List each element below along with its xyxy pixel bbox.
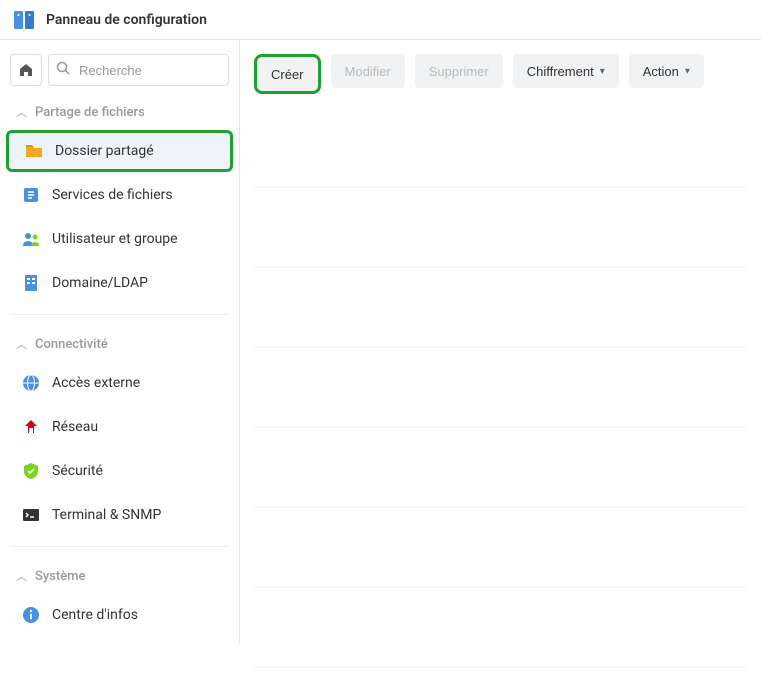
create-button[interactable]: Créer	[254, 54, 321, 94]
section-label: Système	[35, 569, 86, 584]
list-row	[254, 268, 747, 348]
search-input[interactable]	[48, 54, 229, 86]
sidebar-item-user-group[interactable]: Utilisateur et groupe	[6, 218, 233, 260]
list-row	[254, 428, 747, 508]
app-icon	[12, 8, 36, 32]
shield-icon	[20, 460, 42, 482]
action-dropdown[interactable]: Action ▾	[629, 54, 704, 88]
list-row	[254, 508, 747, 588]
window-header: Panneau de configuration	[0, 0, 761, 40]
sidebar-item-label: Sécurité	[52, 463, 103, 479]
sidebar-item-label: Dossier partagé	[55, 143, 154, 159]
home-icon	[18, 62, 34, 78]
section-connectivity[interactable]: ︿ Connectivité	[6, 328, 233, 360]
list-row	[254, 188, 747, 268]
list-row	[254, 108, 747, 188]
sidebar-item-external-access[interactable]: Accès externe	[6, 362, 233, 404]
network-icon	[20, 416, 42, 438]
section-system[interactable]: ︿ Système	[6, 560, 233, 592]
search-icon	[56, 61, 70, 79]
home-button[interactable]	[10, 54, 42, 86]
section-label: Connectivité	[35, 337, 108, 352]
chevron-up-icon: ︿	[16, 568, 27, 584]
delete-button[interactable]: Supprimer	[415, 54, 503, 88]
window-title: Panneau de configuration	[46, 12, 207, 28]
sidebar-item-info-center[interactable]: Centre d'infos	[6, 594, 233, 636]
sidebar-item-security[interactable]: Sécurité	[6, 450, 233, 492]
sidebar-item-label: Services de fichiers	[52, 187, 173, 203]
encryption-dropdown[interactable]: Chiffrement ▾	[513, 54, 619, 88]
chevron-up-icon: ︿	[16, 336, 27, 352]
sidebar: ︿ Partage de fichiers Dossier partagé Se…	[0, 40, 240, 643]
toolbar: Créer Modifier Supprimer Chiffrement ▾ A…	[240, 40, 761, 94]
button-label: Action	[643, 64, 679, 79]
terminal-icon	[20, 504, 42, 526]
file-service-icon	[20, 184, 42, 206]
list-row	[254, 588, 747, 668]
list-row	[254, 348, 747, 428]
sidebar-item-file-services[interactable]: Services de fichiers	[6, 174, 233, 216]
caret-down-icon: ▾	[600, 66, 605, 77]
button-label: Chiffrement	[527, 64, 594, 79]
content-area: Créer Modifier Supprimer Chiffrement ▾ A…	[240, 40, 761, 643]
list-grid	[240, 94, 761, 682]
sidebar-item-label: Accès externe	[52, 375, 140, 391]
sidebar-item-label: Terminal & SNMP	[52, 507, 161, 523]
modify-button[interactable]: Modifier	[331, 54, 405, 88]
sidebar-item-label: Utilisateur et groupe	[52, 231, 178, 247]
folder-icon	[23, 140, 45, 162]
domain-icon	[20, 272, 42, 294]
sidebar-item-label: Domaine/LDAP	[52, 275, 148, 291]
info-icon	[20, 604, 42, 626]
sidebar-item-terminal-snmp[interactable]: Terminal & SNMP	[6, 494, 233, 536]
section-file-sharing[interactable]: ︿ Partage de fichiers	[6, 96, 233, 128]
sidebar-item-network[interactable]: Réseau	[6, 406, 233, 448]
sidebar-item-label: Réseau	[52, 419, 98, 435]
sidebar-item-login-portal[interactable]: Portail de connexion	[6, 638, 233, 643]
sidebar-item-label: Centre d'infos	[52, 607, 138, 623]
globe-icon	[20, 372, 42, 394]
caret-down-icon: ▾	[685, 66, 690, 77]
section-label: Partage de fichiers	[35, 105, 145, 120]
sidebar-item-shared-folder[interactable]: Dossier partagé	[6, 130, 233, 172]
chevron-up-icon: ︿	[16, 104, 27, 120]
sidebar-item-domain-ldap[interactable]: Domaine/LDAP	[6, 262, 233, 304]
users-icon	[20, 228, 42, 250]
